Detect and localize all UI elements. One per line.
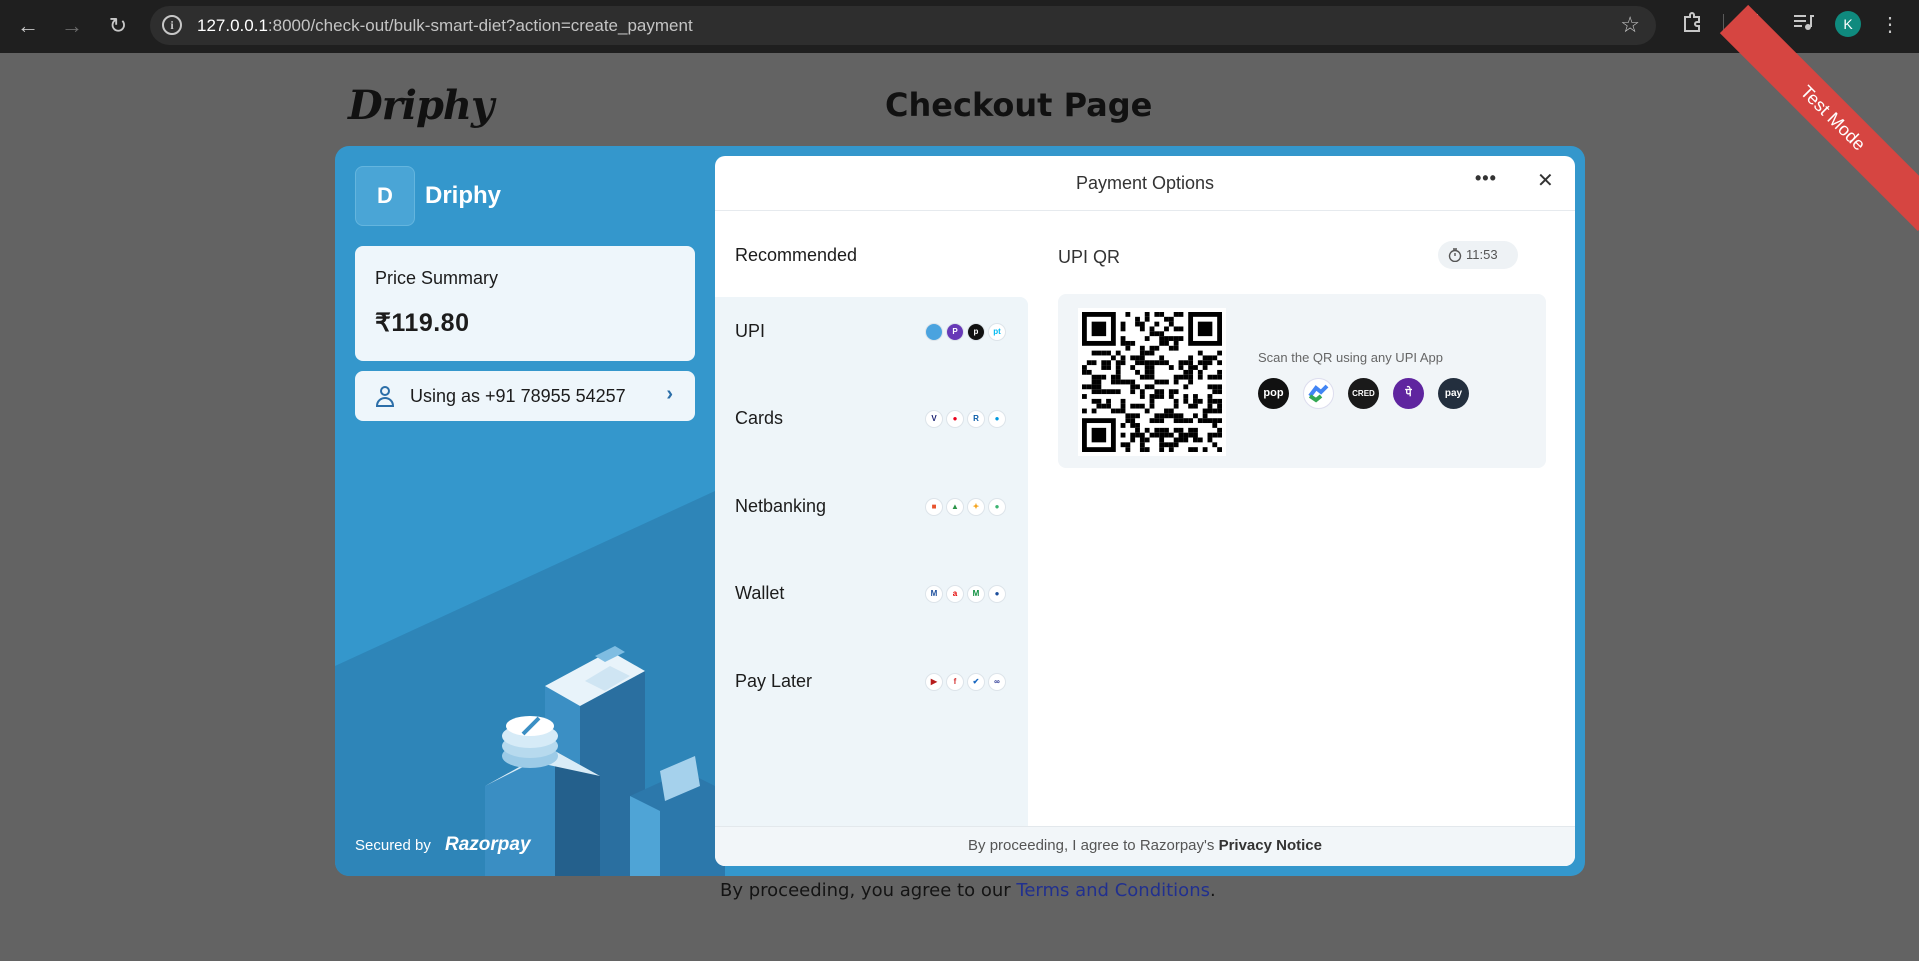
panel-header: Payment Options ••• ✕ [715,156,1575,211]
gpay-app-icon [1303,378,1334,409]
price-summary-label: Price Summary [375,268,499,288]
secured-by-label: Secured by [355,837,431,854]
contact-details-button[interactable]: Using as +91 78955 54257 › [355,371,695,421]
price-amount: ₹119.80 [375,309,470,337]
pop-icon: p [967,323,985,341]
razorpay-logo: Razorpay [445,834,531,855]
upi-app-icons: pop CRED पे pay [1258,378,1469,409]
more-options-icon[interactable]: ••• [1475,168,1497,189]
amazon-pay-app-icon: pay [1438,378,1469,409]
method-label: Netbanking [735,496,827,516]
pop-app-icon: pop [1258,378,1289,409]
payment-methods-list: Recommended UPI P p pt Cards V ● R ● Net… [715,211,1028,826]
user-icon [375,386,395,407]
method-label: Cards [735,408,784,428]
qr-card: Scan the QR using any UPI App pop CRED प… [1058,294,1546,468]
back-arrow-icon[interactable]: ← [12,10,44,42]
method-cards[interactable]: Cards V ● R ● [715,389,1028,449]
timer-value: 11:53 [1466,247,1498,262]
method-label: Pay Later [735,671,813,691]
rupay-icon: R [967,410,985,428]
page-title: Checkout Page [885,86,1153,124]
privacy-footer: By proceeding, I agree to Razorpay's Pri… [715,826,1575,866]
method-wallet[interactable]: Wallet M a M ● [715,564,1028,624]
upi-qr-title: UPI QR [1058,247,1121,267]
wallet-icon: M [925,585,943,603]
contact-text: Using as +91 78955 54257 [410,386,626,406]
method-icons: ■ ▲ ✦ ● [925,498,1006,516]
browser-toolbar: ← → ↻ i 127.0.0.1:8000/check-out/bulk-sm… [0,0,1919,53]
terms-link[interactable]: Terms and Conditions [1016,880,1210,901]
paylater-icon: f [946,673,964,691]
profile-avatar[interactable]: K [1835,11,1861,37]
maestro-icon: ● [988,410,1006,428]
method-pay-later[interactable]: Pay Later ▶ f ✔ ∞ [715,652,1028,712]
extensions-icon[interactable] [1677,11,1707,41]
recommended-label: Recommended [735,245,858,265]
paylater-icon: ▶ [925,673,943,691]
upi-qr-code [1078,308,1226,456]
upi-app-icon [925,323,943,341]
panel-title: Payment Options [1075,173,1215,193]
timer-icon [1448,248,1462,262]
privacy-notice-link[interactable]: Privacy Notice [1219,837,1322,854]
address-bar[interactable]: i 127.0.0.1:8000/check-out/bulk-smart-di… [150,6,1656,45]
methods-container: UPI P p pt Cards V ● R ● Netbanking ■ ▲ … [715,297,1028,826]
site-logo: Driphy [348,82,494,129]
bank-icon: ✦ [967,498,985,516]
mastercard-icon: ● [946,410,964,428]
checkout-modal: D Driphy Price Summary ₹119.80 Using as … [335,146,1585,876]
browser-menu-icon[interactable]: ⋮ [1878,10,1902,40]
payment-options-panel: Payment Options ••• ✕ Recommended UPI P … [715,156,1575,866]
chevron-right-icon: › [666,383,673,405]
paylater-icon: ∞ [988,673,1006,691]
cred-app-icon: CRED [1348,378,1379,409]
media-queue-icon[interactable] [1788,11,1818,41]
method-label: UPI [735,321,766,341]
method-upi[interactable]: UPI P p pt [715,302,1028,362]
method-icons: ▶ f ✔ ∞ [925,673,1006,691]
bank-icon: ■ [925,498,943,516]
mobikwik-icon: M [967,585,985,603]
visa-icon: V [925,410,943,428]
airtel-icon: a [946,585,964,603]
method-icons: P p pt [925,323,1006,341]
site-info-icon[interactable]: i [162,15,182,35]
method-netbanking[interactable]: Netbanking ■ ▲ ✦ ● [715,477,1028,537]
method-icons: V ● R ● [925,410,1006,428]
url-text: 127.0.0.1:8000/check-out/bulk-smart-diet… [197,16,693,35]
phonepe-icon: P [946,323,964,341]
close-icon[interactable]: ✕ [1537,168,1554,193]
wallet-icon: ● [988,585,1006,603]
price-summary-card: Price Summary ₹119.80 [355,246,695,361]
merchant-logo: D [355,166,415,226]
bank-icon: ▲ [946,498,964,516]
paylater-icon: ✔ [967,673,985,691]
merchant-name: Driphy [425,182,502,209]
qr-hint-text: Scan the QR using any UPI App [1258,350,1443,365]
terms-notice: By proceeding, you agree to our Terms an… [720,880,1216,901]
method-icons: M a M ● [925,585,1006,603]
phonepe-app-icon: पे [1393,378,1424,409]
method-label: Wallet [735,583,785,603]
upi-qr-section: UPI QR 11:53 Scan the QR using any UPI A… [1028,211,1575,826]
paytm-icon: pt [988,323,1006,341]
bank-icon: ● [988,498,1006,516]
qr-timer: 11:53 [1438,241,1518,269]
bookmark-star-icon[interactable]: ☆ [1620,12,1640,38]
reload-icon[interactable]: ↻ [102,10,134,42]
forward-arrow-icon[interactable]: → [56,10,88,42]
